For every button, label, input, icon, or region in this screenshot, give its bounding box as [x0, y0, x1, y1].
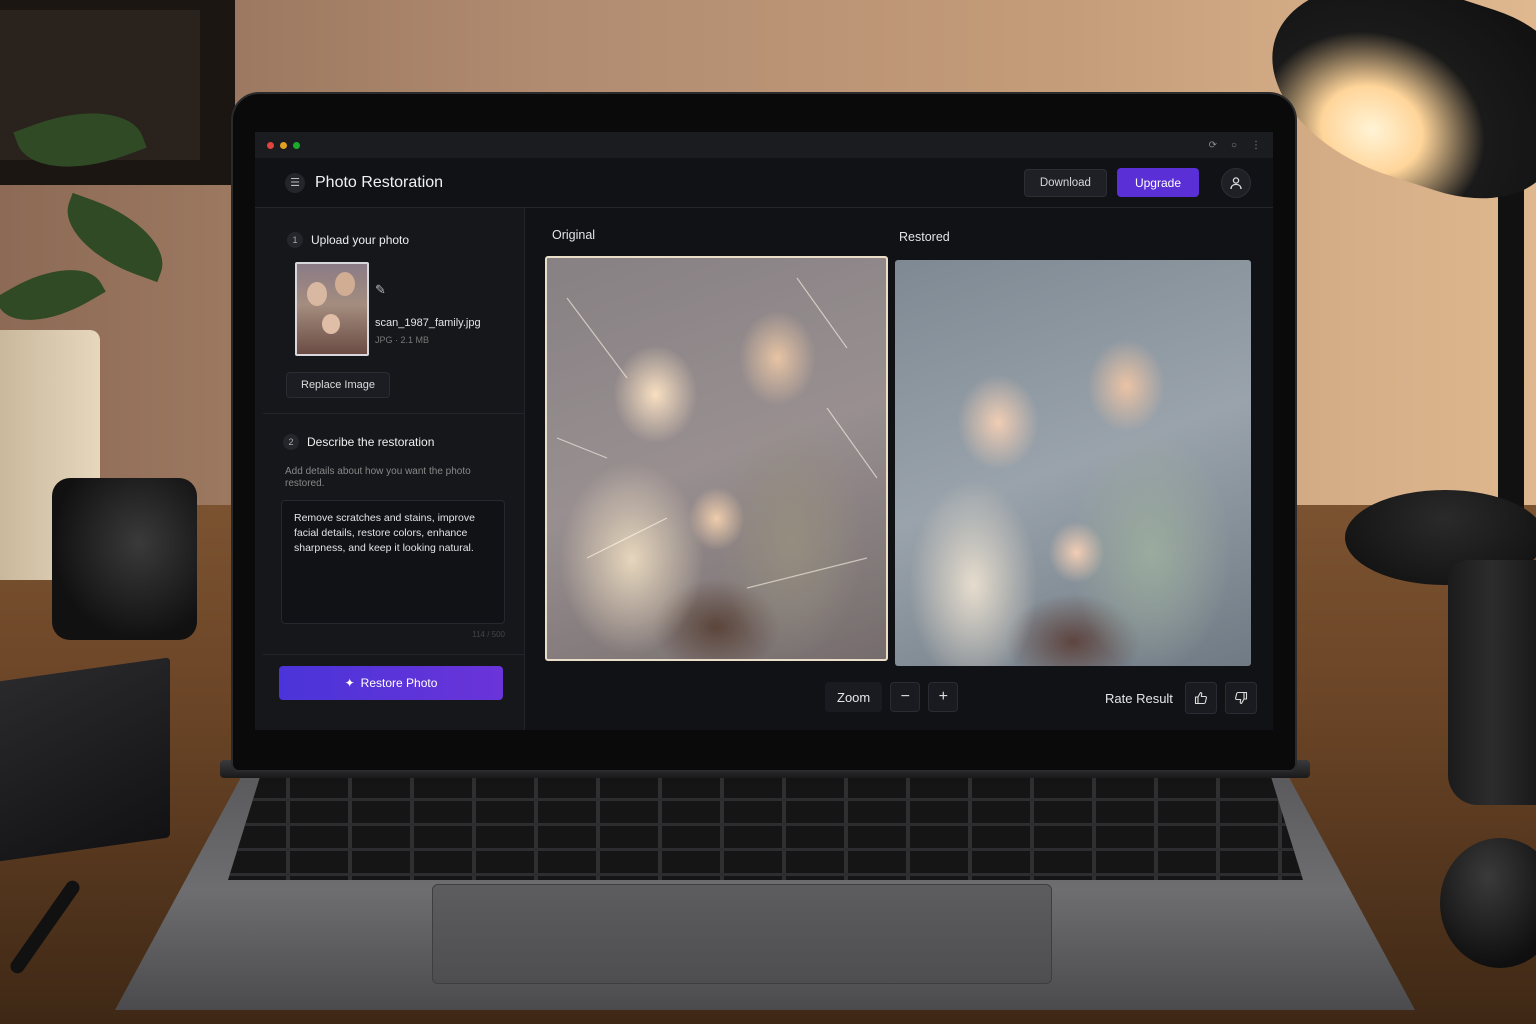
step-title: Upload your photo: [311, 233, 410, 247]
attachment-icon: ✎: [375, 282, 386, 297]
comparison-area: Original Restored Zoom − + Rate Result: [533, 208, 1273, 730]
sparkle-icon: ✦: [344, 676, 355, 690]
keyboard-rows: [228, 776, 1303, 880]
file-meta: JPG · 2.1 MB: [375, 335, 430, 345]
camera-lens: [52, 478, 197, 640]
replace-image-button[interactable]: Replace Image: [286, 372, 390, 398]
step-number: 1: [287, 232, 303, 248]
step-number: 2: [283, 434, 299, 450]
more-icon[interactable]: ⋮: [1251, 140, 1261, 151]
divider: [263, 654, 525, 655]
mug: [1448, 560, 1536, 805]
step-describe-heading: 2 Describe the restoration: [283, 434, 434, 450]
prompt-text: Remove scratches and stains, improve fac…: [294, 512, 475, 554]
notebook: [0, 657, 170, 863]
thumbs-up-icon[interactable]: [1184, 682, 1217, 714]
browser-titlebar: ⟳ ○ ⋮: [255, 132, 1273, 158]
zoom-label: Zoom: [825, 682, 883, 712]
zoom-controls: Zoom − +: [825, 682, 959, 712]
maximize-dot[interactable]: [293, 141, 300, 149]
thumbs-down-icon[interactable]: [1224, 682, 1257, 714]
thumb-face: [322, 314, 340, 334]
sidebar: 1 Upload your photo ✎ scan_1987_family.j…: [255, 208, 525, 730]
extension-icon[interactable]: ○: [1231, 140, 1237, 151]
menu-icon[interactable]: ☰: [285, 172, 305, 193]
thumb-face: [307, 282, 327, 306]
close-dot[interactable]: [267, 141, 274, 149]
original-photo[interactable]: [545, 256, 888, 661]
download-button[interactable]: Download: [1023, 168, 1107, 197]
rate-controls: Rate Result: [1105, 682, 1257, 714]
restore-photo-label: Restore Photo: [360, 676, 438, 690]
trackpad: [432, 884, 1052, 984]
rate-result-label: Rate Result: [1105, 690, 1173, 706]
file-name: scan_1987_family.jpg: [375, 317, 481, 329]
restoration-prompt-input[interactable]: Remove scratches and stains, improve fac…: [281, 500, 505, 624]
refresh-icon[interactable]: ⟳: [1209, 140, 1217, 151]
step-title: Describe the restoration: [307, 435, 435, 449]
uploaded-thumbnail[interactable]: [295, 262, 369, 356]
prompt-hint: Add details about how you want the photo…: [285, 466, 471, 489]
thumb-face: [335, 272, 355, 296]
app-window: ⟳ ○ ⋮ ☰ Photo Restoration Download Upgra…: [255, 132, 1273, 730]
app-title: Photo Restoration: [315, 173, 444, 191]
restored-photo[interactable]: [895, 260, 1251, 666]
char-count: 114 / 500: [472, 630, 505, 639]
zoom-out-button[interactable]: −: [890, 682, 921, 712]
upgrade-button[interactable]: Upgrade: [1116, 168, 1199, 197]
user-icon[interactable]: [1221, 167, 1251, 198]
app-header: ☰ Photo Restoration Download Upgrade: [255, 158, 1273, 208]
original-label: Original: [552, 228, 596, 242]
zoom-in-button[interactable]: +: [928, 682, 959, 712]
divider: [263, 413, 525, 414]
minimize-dot[interactable]: [280, 141, 287, 149]
restore-photo-button[interactable]: ✦ Restore Photo: [279, 666, 503, 700]
restored-label: Restored: [899, 230, 950, 244]
step-upload-heading: 1 Upload your photo: [287, 232, 409, 248]
